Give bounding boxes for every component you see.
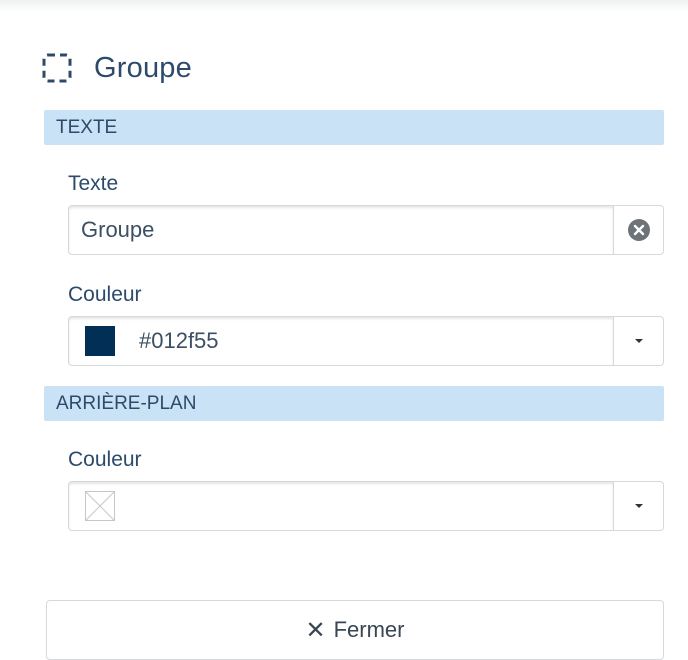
- section-header-background: ARRIÈRE-PLAN: [44, 386, 664, 421]
- text-input-box[interactable]: [68, 205, 614, 255]
- caret-down-icon: [634, 504, 643, 508]
- clear-circle-icon: [627, 219, 650, 241]
- dashed-square-icon: [42, 53, 72, 83]
- close-button-label: Fermer: [333, 617, 405, 642]
- panel-title: Groupe: [94, 51, 192, 84]
- section-header-text: TEXTE: [44, 110, 664, 145]
- text-color-display[interactable]: #012f55: [68, 316, 614, 366]
- close-icon: ✕: [305, 616, 326, 644]
- top-shadow-bar: [0, 0, 688, 12]
- background-color-label: Couleur: [68, 448, 142, 471]
- text-input-group: [68, 205, 664, 255]
- color-swatch: [85, 326, 115, 356]
- text-color-label: Couleur: [68, 283, 142, 306]
- text-color-dropdown-button[interactable]: [614, 316, 664, 366]
- text-input[interactable]: [81, 217, 613, 243]
- close-button[interactable]: ✕ Fermer: [46, 600, 664, 660]
- background-color-display[interactable]: [68, 481, 614, 531]
- text-color-value: #012f55: [139, 328, 219, 353]
- panel-header: Groupe: [42, 48, 192, 88]
- caret-down-icon: [634, 339, 643, 343]
- text-field-label: Texte: [68, 172, 119, 195]
- no-color-swatch-icon: [85, 491, 115, 521]
- clear-text-button[interactable]: [614, 205, 664, 255]
- background-color-picker[interactable]: [68, 481, 664, 531]
- background-color-dropdown-button[interactable]: [614, 481, 664, 531]
- text-color-picker[interactable]: #012f55: [68, 316, 664, 366]
